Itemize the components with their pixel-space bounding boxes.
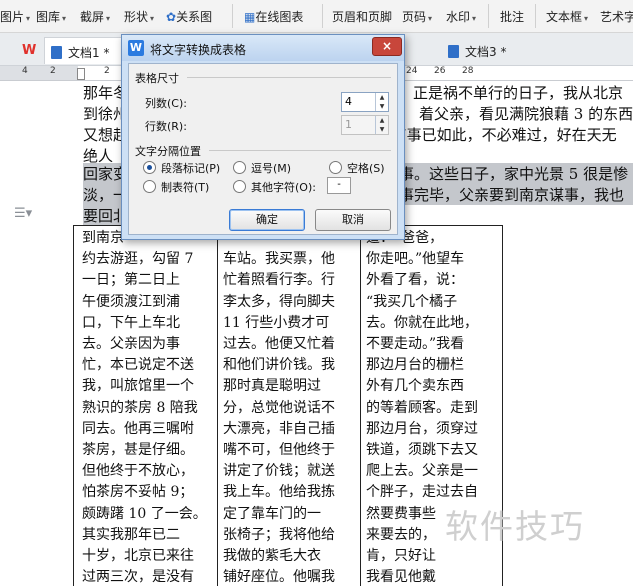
ribbon-divider (488, 4, 489, 28)
table-column-2[interactable]: 车站。我买票，他 忙着照看行李。行 李太多，得向脚夫 11 行些小费才可 过去。他便又忙… (223, 228, 335, 588)
other-char-option-label[interactable]: 其他字符(O): (251, 179, 316, 195)
tab-radio[interactable] (143, 180, 156, 193)
group-divider (187, 77, 391, 78)
tab-document-3-label: 文档3 * (465, 45, 507, 59)
document-icon (51, 46, 62, 59)
rows-spinner: 1 ▲ ▼ (341, 115, 389, 135)
svg-text:W: W (22, 43, 36, 56)
relation-icon: ✿ (166, 10, 177, 24)
other-char-radio[interactable] (233, 180, 246, 193)
rows-value: 1 (345, 118, 352, 131)
ribbon-shape-button[interactable]: 形状 ▾ (124, 8, 154, 25)
group-divider (209, 150, 391, 151)
paragraph-option-label[interactable]: 段落标记(P) (161, 160, 220, 176)
spinner-arrows-icon[interactable]: ▲ ▼ (375, 93, 388, 111)
table-border (360, 226, 361, 586)
ribbon-online-chart-button[interactable]: ▦在线图表 (244, 8, 303, 25)
ribbon-page-number-button[interactable]: 页码 ▾ (402, 8, 432, 25)
document-icon (448, 45, 459, 58)
ribbon-wordart-button[interactable]: 艺术字 (600, 8, 633, 25)
ribbon-watermark-button[interactable]: 水印 ▾ (446, 8, 476, 25)
columns-label: 列数(C): (145, 97, 187, 110)
wps-logo-icon: W (22, 43, 36, 56)
indent-marker[interactable] (77, 68, 85, 80)
ribbon-divider (232, 4, 233, 28)
ruler-number: 26 (434, 66, 446, 76)
paragraph-menu-icon[interactable]: ☰▾ (14, 206, 32, 221)
table-border (73, 226, 74, 586)
dialog-title: 将文字转换成表格 (150, 43, 247, 57)
ruler-number: 28 (462, 66, 474, 76)
space-radio[interactable] (329, 161, 342, 174)
ribbon-picture-button[interactable]: 图片 ▾ (0, 8, 30, 25)
space-option-label[interactable]: 空格(S) (347, 160, 385, 176)
ribbon-relation-button[interactable]: ✿关系图 (166, 8, 212, 25)
ribbon-gallery-button[interactable]: 图库 ▾ (36, 8, 66, 25)
ribbon-toolbar: 图片 ▾ 图库 ▾ 截屏 ▾ 形状 ▾ ✿关系图 ▦在线图表 页眉和页脚 页码 ▾ 水印 ▾… (0, 0, 633, 33)
paragraph-radio[interactable] (143, 161, 156, 174)
table-border (217, 226, 218, 586)
ok-button[interactable]: 确定 (229, 209, 305, 231)
convert-text-to-table-dialog: W 将文字转换成表格 × 表格尺寸 列数(C): 4 ▲ ▼ 行数(R): 1 ▲… (121, 34, 405, 240)
ribbon-divider (535, 4, 536, 28)
ruler-number: 2 (50, 66, 56, 76)
rows-label: 行数(R): (145, 120, 187, 133)
dialog-body: 表格尺寸 列数(C): 4 ▲ ▼ 行数(R): 1 ▲ ▼ 文字分隔位置 段落标记… (128, 63, 398, 235)
comma-option-label[interactable]: 逗号(M) (251, 160, 291, 176)
columns-value[interactable]: 4 (345, 95, 352, 108)
separator-group-label: 文字分隔位置 (135, 145, 201, 158)
comma-radio[interactable] (233, 161, 246, 174)
dialog-title-bar[interactable]: W 将文字转换成表格 × (122, 35, 404, 61)
chart-icon: ▦ (244, 10, 256, 24)
table-size-group-label: 表格尺寸 (135, 72, 179, 85)
other-char-input[interactable]: - (327, 177, 351, 194)
tab-document-1[interactable]: 文档1 * (44, 37, 126, 64)
ribbon-textbox-button[interactable]: 文本框 ▾ (546, 8, 588, 25)
tab-option-label[interactable]: 制表符(T) (161, 179, 209, 195)
tab-document-3[interactable]: 文档3 * (444, 37, 534, 63)
watermark-text: 软件技巧 (445, 507, 585, 546)
ribbon-divider (322, 4, 323, 28)
close-icon[interactable]: × (372, 37, 402, 56)
ruler-number: 4 (22, 66, 28, 76)
ribbon-comment-button[interactable]: 批注 (500, 8, 524, 25)
columns-spinner[interactable]: 4 ▲ ▼ (341, 92, 389, 112)
spinner-arrows-icon: ▲ ▼ (375, 116, 388, 134)
cancel-button[interactable]: 取消 (315, 209, 391, 231)
ribbon-header-footer-button[interactable]: 页眉和页脚 (332, 8, 392, 25)
wps-app-icon: W (128, 40, 144, 56)
ruler-number: 2 (104, 66, 110, 76)
ruler-number: 24 (406, 66, 418, 76)
ribbon-screenshot-button[interactable]: 截屏 ▾ (80, 8, 110, 25)
table-column-1[interactable]: 到南京 约去游逛，勾留 7 一日；第二日上 午便须渡江到浦 口，下午上车北 去。父亲因为事… (82, 228, 207, 588)
tab-document-1-label: 文档1 * (68, 46, 110, 60)
